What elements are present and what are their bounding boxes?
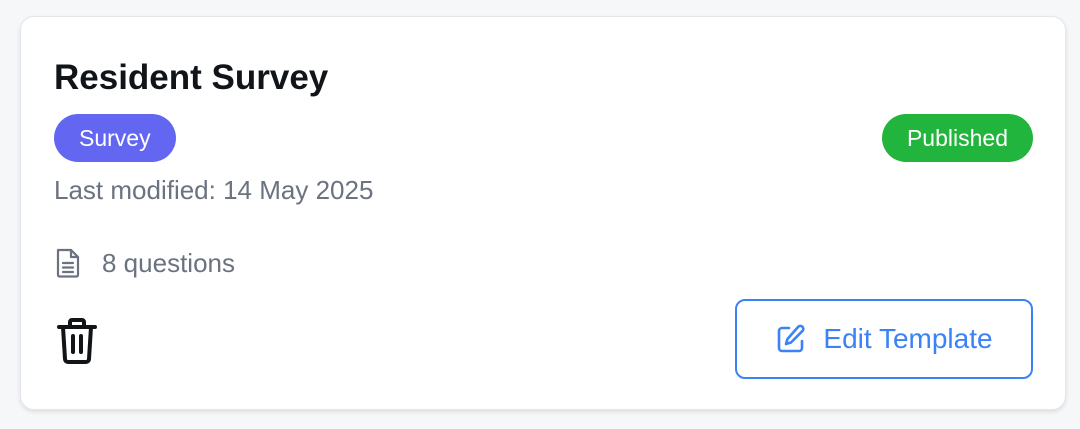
status-badge: Published [881,114,1033,162]
delete-button[interactable] [55,317,99,365]
type-badge: Survey [54,114,176,162]
edit-template-label: Edit Template [823,323,993,354]
last-modified-text: Last modified: 14 May 2025 [54,175,374,205]
trash-icon [57,318,97,364]
pencil-square-icon [775,323,807,355]
edit-template-button[interactable]: Edit Template [735,299,1033,379]
document-icon [54,247,82,279]
question-count: 8 questions [54,245,235,281]
template-title: Resident Survey [54,58,329,97]
question-count-label: 8 questions [102,248,235,278]
template-card: Resident Survey Survey Published Last mo… [20,16,1066,410]
